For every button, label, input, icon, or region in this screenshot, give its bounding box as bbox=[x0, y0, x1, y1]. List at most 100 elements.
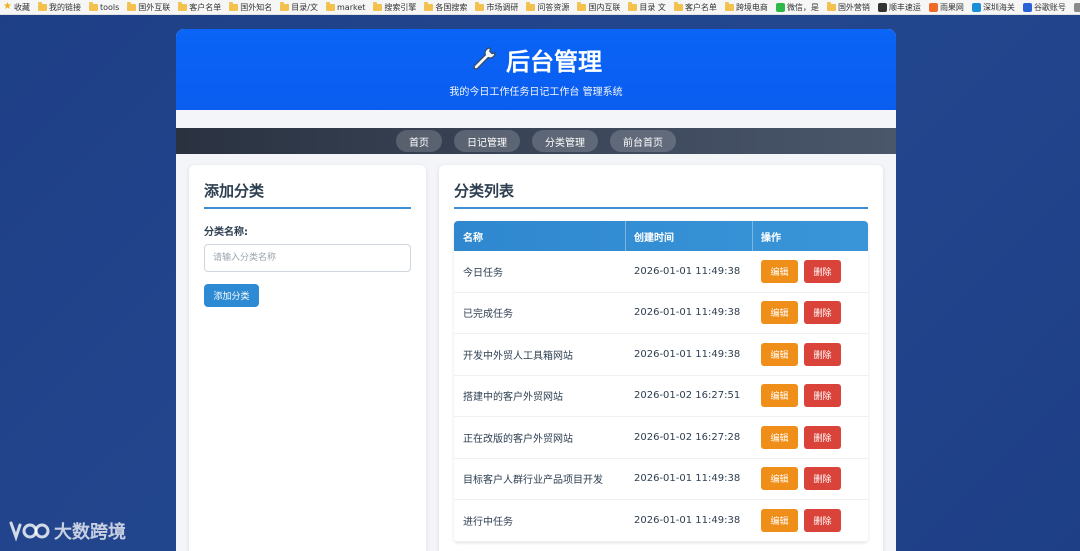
bookmark-item[interactable]: 国内互联 bbox=[577, 1, 621, 13]
category-name-cell: 目标客户人群行业产品项目开发 bbox=[463, 475, 603, 487]
nav-frontend-home[interactable]: 前台首页 bbox=[610, 130, 676, 152]
page-subtitle: 我的今日工作任务日记工作台 管理系统 bbox=[449, 86, 623, 98]
table-row: 搭建中的客户外贸网站 2026-01-02 16:27:51 编辑 删除 bbox=[454, 375, 868, 417]
created-time-cell: 2026-01-02 16:27:28 bbox=[634, 431, 741, 443]
category-name-cell: 正在改版的客户外贸网站 bbox=[463, 433, 573, 445]
bookmark-label: 国外知名 bbox=[240, 2, 273, 12]
edit-button[interactable]: 编辑 bbox=[761, 508, 798, 532]
bookmark-label: 深圳海关 bbox=[982, 2, 1015, 12]
folder-icon bbox=[673, 1, 683, 11]
folder-icon bbox=[326, 1, 335, 11]
folder-icon bbox=[628, 1, 638, 11]
delete-button[interactable]: 删除 bbox=[804, 467, 841, 491]
bookmark-item[interactable]: 跨境电商 bbox=[724, 1, 768, 13]
bookmark-item[interactable]: market bbox=[326, 1, 366, 12]
bookmark-label: 国外营销 bbox=[837, 2, 870, 12]
page-title: 后台管理 bbox=[506, 47, 602, 76]
bookmark-item[interactable]: 搜索引擎 bbox=[373, 1, 417, 13]
created-time-cell: 2026-01-01 11:49:38 bbox=[634, 348, 741, 360]
nav-category-management[interactable]: 分类管理 bbox=[532, 130, 598, 152]
bookmark-label: tools bbox=[99, 2, 120, 12]
bookmark-item[interactable]: 顺丰速运 bbox=[877, 2, 921, 13]
edit-button[interactable]: 编辑 bbox=[761, 467, 798, 491]
delete-button[interactable]: 删除 bbox=[804, 259, 841, 283]
created-time-cell: 2026-01-02 16:27:51 bbox=[634, 390, 741, 402]
edit-button[interactable]: 编辑 bbox=[761, 301, 798, 325]
page-header: 后台管理 我的今日工作任务日记工作台 管理系统 bbox=[176, 29, 896, 110]
category-name-cell: 开发中外贸人工具箱网站 bbox=[463, 350, 573, 362]
actions-cell: 编辑 删除 bbox=[753, 259, 868, 283]
bookmark-item[interactable]: 国外知名 bbox=[229, 1, 273, 13]
wrench-icon bbox=[473, 47, 496, 70]
edit-button[interactable]: 编辑 bbox=[761, 342, 798, 366]
folder-icon bbox=[424, 1, 434, 11]
created-time-cell: 2026-01-01 11:49:38 bbox=[634, 473, 741, 485]
edit-button[interactable]: 编辑 bbox=[761, 259, 798, 283]
bookmark-label: market bbox=[337, 2, 366, 12]
bookmark-item[interactable]: 目录/文 bbox=[280, 1, 318, 13]
delete-button[interactable]: 删除 bbox=[804, 425, 841, 449]
table-header: 名称 创建时间 操作 bbox=[454, 221, 868, 251]
header-title-row: 后台管理 bbox=[470, 42, 602, 77]
wechat-icon bbox=[775, 2, 785, 12]
bookmark-label: 国外互联 bbox=[138, 2, 171, 12]
add-category-panel: 添加分类 分类名称: 添加分类 bbox=[189, 165, 426, 551]
bookmark-label: 搜索引擎 bbox=[384, 2, 417, 12]
bookmark-item[interactable]: 微信，是 bbox=[775, 2, 819, 13]
bookmark-item[interactable]: 目录 文 bbox=[628, 1, 666, 13]
table-row: 进行中任务 2026-01-01 11:49:38 编辑 删除 bbox=[454, 500, 868, 542]
bookmark-item[interactable]: 客户名单 bbox=[673, 1, 717, 13]
bookmark-item[interactable]: 国外互联 bbox=[127, 1, 171, 13]
bookmark-label: 跨境电商 bbox=[735, 2, 768, 12]
bookmark-item[interactable]: 谷歌账号 bbox=[1022, 2, 1066, 13]
edit-button[interactable]: 编辑 bbox=[761, 425, 798, 449]
bookmark-label: 市场调研 bbox=[486, 2, 519, 12]
bookmark-item[interactable]: ★ 收藏 bbox=[3, 2, 30, 13]
bookmark-item[interactable]: 国外营销 bbox=[826, 1, 870, 13]
folder-icon bbox=[373, 1, 383, 11]
bookmark-item[interactable]: 市场调研 bbox=[475, 1, 519, 13]
delete-button[interactable]: 删除 bbox=[804, 384, 841, 408]
nav-home[interactable]: 首页 bbox=[396, 130, 442, 152]
bookmark-label: 目录 文 bbox=[639, 2, 666, 12]
bookmark-item[interactable]: 客户名单 bbox=[178, 1, 221, 13]
wukong-icon bbox=[1073, 2, 1080, 12]
created-time-cell: 2026-01-01 11:49:38 bbox=[634, 514, 741, 526]
actions-cell: 编辑 删除 bbox=[753, 425, 868, 449]
bookmark-label: 顺丰速运 bbox=[888, 2, 921, 12]
bookmark-item[interactable]: 悟空问答 bbox=[1073, 2, 1080, 13]
table-row: 今日任务 2026-01-01 11:49:38 编辑 删除 bbox=[454, 251, 868, 293]
delete-button[interactable]: 删除 bbox=[804, 342, 841, 366]
watermark: 大数跨境 bbox=[8, 517, 126, 545]
category-name-input[interactable] bbox=[204, 244, 411, 272]
actions-cell: 编辑 删除 bbox=[753, 467, 868, 491]
category-name-label: 分类名称: bbox=[204, 227, 248, 238]
folder-icon bbox=[37, 1, 47, 11]
column-header-actions: 操作 bbox=[761, 232, 781, 244]
bookmark-label: 国内互联 bbox=[588, 2, 621, 12]
folder-icon bbox=[826, 1, 836, 11]
bookmark-item[interactable]: 深圳海关 bbox=[971, 2, 1015, 13]
admin-app: 后台管理 我的今日工作任务日记工作台 管理系统 首页 日记管理 分类管理 前台首… bbox=[176, 29, 896, 551]
sf-icon bbox=[877, 2, 887, 12]
bookmark-item[interactable]: 各国搜索 bbox=[424, 1, 467, 13]
cifnews-icon bbox=[928, 2, 938, 12]
folder-icon bbox=[475, 1, 485, 11]
bookmark-label: 收藏 bbox=[13, 2, 30, 12]
bookmark-item[interactable]: tools bbox=[88, 1, 120, 12]
add-category-button[interactable]: 添加分类 bbox=[204, 284, 259, 307]
created-time-cell: 2026-01-01 11:49:38 bbox=[634, 265, 741, 277]
bookmark-label: 谷歌账号 bbox=[1033, 2, 1066, 12]
category-list-title: 分类列表 bbox=[454, 180, 868, 209]
category-name-cell: 搭建中的客户外贸网站 bbox=[463, 392, 563, 404]
bookmark-item[interactable]: 雨果网 bbox=[928, 2, 964, 13]
category-name-cell: 今日任务 bbox=[463, 267, 503, 279]
bookmark-item[interactable]: 我的链接 bbox=[37, 1, 81, 13]
delete-button[interactable]: 删除 bbox=[804, 508, 841, 532]
nav-diary-management[interactable]: 日记管理 bbox=[454, 130, 520, 152]
add-category-title: 添加分类 bbox=[204, 180, 411, 209]
bookmark-item[interactable]: 问答资源 bbox=[526, 1, 569, 13]
table-row: 正在改版的客户外贸网站 2026-01-02 16:27:28 编辑 删除 bbox=[454, 417, 868, 459]
delete-button[interactable]: 删除 bbox=[804, 301, 841, 325]
edit-button[interactable]: 编辑 bbox=[761, 384, 798, 408]
